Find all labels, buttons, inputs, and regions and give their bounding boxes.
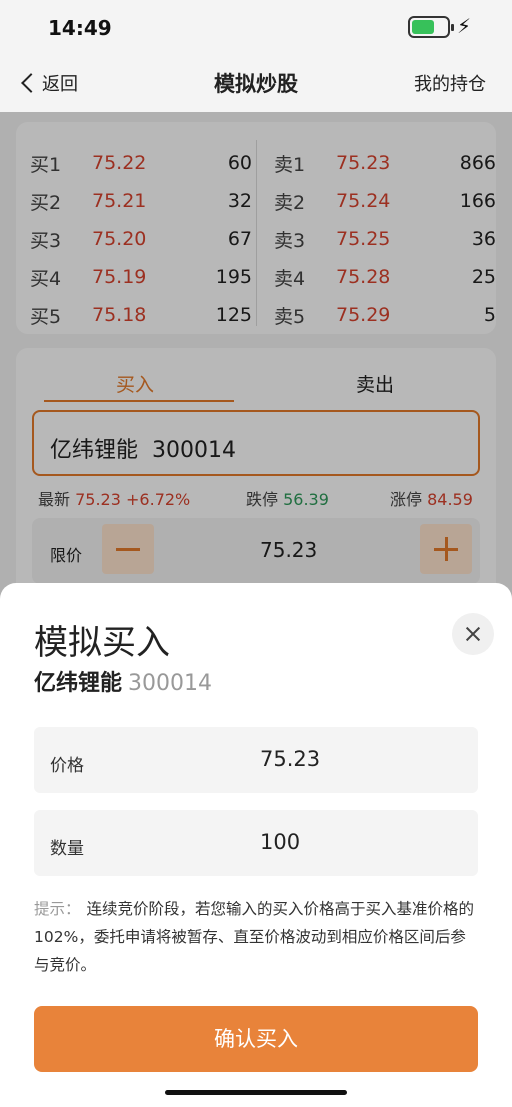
- price-label: 价格: [50, 756, 84, 776]
- home-indicator[interactable]: [165, 1090, 347, 1095]
- hint-label: 提示：: [34, 900, 81, 918]
- charging-icon: ⚡: [457, 14, 472, 38]
- confirm-buy-button[interactable]: 确认买入: [34, 1006, 478, 1072]
- nav-bar: 返回 模拟炒股 我的持仓: [0, 56, 512, 112]
- sheet-stock-name: 亿纬锂能: [34, 671, 123, 696]
- status-bar: 14:49 ⚡: [0, 0, 512, 56]
- sheet-stock-code: 300014: [128, 671, 212, 696]
- quantity-label: 数量: [50, 839, 84, 859]
- hint-body: 连续竞价阶段，若您输入的买入价格高于买入基准价格的102%，委托申请将被暂存、直…: [34, 900, 475, 974]
- my-holdings-link[interactable]: 我的持仓: [414, 70, 486, 96]
- sheet-title: 模拟买入: [34, 623, 170, 663]
- close-icon[interactable]: [452, 613, 494, 655]
- battery-icon: [408, 16, 454, 38]
- price-value: 75.23: [260, 747, 321, 771]
- buy-confirm-sheet: 模拟买入 亿纬锂能 300014 价格 75.23 数量 100 提示： 连续竞价阶…: [0, 583, 512, 1107]
- hint-text: 提示： 连续竞价阶段，若您输入的买入价格高于买入基准价格的102%，委托申请将被暂…: [34, 895, 480, 979]
- status-time: 14:49: [48, 16, 112, 40]
- quantity-field: 数量 100: [34, 810, 478, 876]
- quantity-value: 100: [260, 830, 301, 854]
- sheet-stock: 亿纬锂能 300014: [34, 665, 212, 697]
- price-field: 价格 75.23: [34, 727, 478, 793]
